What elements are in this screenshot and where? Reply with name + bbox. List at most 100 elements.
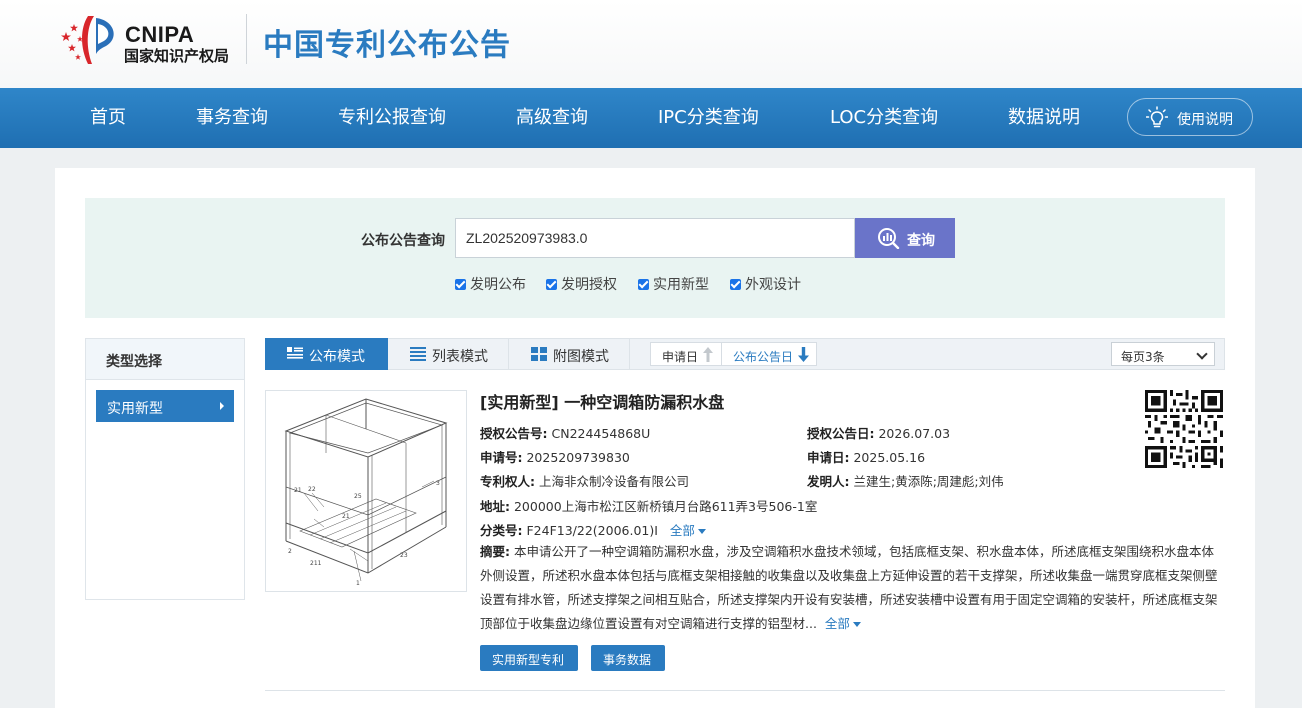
logo-divider [246,14,247,64]
site-header: CNIPA 国家知识产权局 中国专利公布公告 [0,0,1302,88]
field-label: 摘要: [480,544,510,559]
main-content: 公布公告查询 查询 发明公布 发明授权 实用新型 外观设计 类型选择 实用新型 [55,168,1255,708]
figure-label: 23 [400,552,408,559]
sort-publication-date-button[interactable]: 公布公告日 [721,342,817,366]
record-title[interactable]: [实用新型] 一种空调箱防漏积水盘 [480,389,724,413]
main-nav: 首页 事务查询 专利公报查询 高级查询 IPC分类查询 LOC分类查询 数据说明… [0,88,1302,148]
checkbox-label: 发明公布 [470,277,526,293]
field-label: 申请号: [480,450,523,465]
type-sidebar: 类型选择 实用新型 [85,338,245,600]
search-button-label: 查询 [907,233,935,249]
abstract-block: 摘要: 本申请公开了一种空调箱防漏积水盘，涉及空调箱积水盘技术领域，包括底框支架… [480,540,1225,636]
checkbox-label: 实用新型 [653,277,709,293]
grant-date-field: 授权公告日: 2026.07.03 [807,423,950,442]
figure-label: 211 [310,560,322,567]
sidebar-title: 类型选择 [106,354,162,370]
application-date-field: 申请日: 2025.05.16 [807,447,925,466]
abstract-more-link[interactable]: 全部 [825,616,861,631]
figure-label: 25 [354,493,362,500]
logo-text-cn: 国家知识产权局 [124,47,230,65]
record-divider [265,690,1225,691]
per-page-value: 每页3条 [1121,350,1165,364]
checkbox-invention-publication[interactable]: 发明公布 [455,274,526,294]
field-label: 授权公告日: [807,426,875,441]
lightbulb-icon [1146,106,1168,128]
search-icon [878,228,900,249]
checkbox-checked-icon [730,279,741,290]
checkbox-utility-model[interactable]: 实用新型 [638,274,709,294]
tab-publication-mode[interactable]: 公布模式 [265,338,388,370]
more-label: 全部 [824,616,850,631]
arrow-down-icon [798,347,809,362]
figure-label: 2 [288,548,292,555]
caret-right-icon [220,402,224,410]
inventor-field: 发明人: 兰建生;黄添陈;周建彪;刘伟 [807,471,1004,490]
tab-list-mode[interactable]: 列表模式 [388,338,509,370]
cnipa-emblem-icon [61,16,114,64]
nav-item-home[interactable]: 首页 [90,88,126,148]
patent-drawing-image: 3 21 22 25 21 2 211 23 1 [284,398,448,587]
address-value: 200000上海市松江区新桥镇月台路611弄3号506-1室 [513,499,818,514]
more-label: 全部 [669,523,695,538]
grant-number-field: 授权公告号: CN224454868U [480,423,650,442]
checkbox-label: 发明授权 [561,277,617,293]
sort-application-date-button[interactable]: 申请日 [650,342,722,366]
checkbox-checked-icon [455,279,466,290]
search-button[interactable]: 查询 [855,218,955,258]
nav-item-affairs-query[interactable]: 事务查询 [196,88,268,148]
inventor-value: 兰建生;黄添陈;周建彪;刘伟 [853,474,1004,489]
grant-date-value: 2026.07.03 [878,426,951,441]
sidebar-item-label: 实用新型 [107,401,163,417]
help-button[interactable]: 使用说明 [1127,98,1253,136]
list-mode-icon [410,347,426,361]
results-toolbar: 公布模式 列表模式 附图模式 申请日 公布公告日 每页3条 [265,338,1225,370]
tab-label: 列表模式 [432,349,488,365]
classification-more-link[interactable]: 全部 [670,523,706,538]
application-number-field: 申请号: 2025209739830 [480,447,630,466]
site-title[interactable]: 中国专利公布公告 [263,20,511,64]
cnipa-logo[interactable]: CNIPA 国家知识产权局 [58,14,248,66]
tab-label: 附图模式 [553,349,609,365]
publication-mode-icon [287,347,303,359]
affairs-data-button[interactable]: 事务数据 [591,645,665,671]
sidebar-item-utility-model[interactable]: 实用新型 [96,390,234,422]
tab-figure-mode[interactable]: 附图模式 [509,338,630,370]
nav-item-ipc-query[interactable]: IPC分类查询 [658,88,759,148]
nav-item-advanced-query[interactable]: 高级查询 [516,88,588,148]
checkbox-checked-icon [638,279,649,290]
address-field: 地址: 200000上海市松江区新桥镇月台路611弄3号506-1室 [480,496,817,515]
field-label: 申请日: [807,450,850,465]
patentee-value: 上海非众制冷设备有限公司 [538,474,689,489]
figure-mode-icon [531,347,547,361]
nav-item-data-notes[interactable]: 数据说明 [1008,88,1080,148]
figure-label: 22 [308,486,316,493]
checkbox-checked-icon [546,279,557,290]
caret-down-icon [852,622,861,627]
figure-label: 21 [294,487,302,494]
field-label: 专利权人: [480,474,535,489]
chevron-down-icon [1196,348,1208,360]
button-label: 事务数据 [603,653,652,667]
field-label: 地址: [480,499,510,514]
checkbox-label: 外观设计 [745,277,801,293]
search-panel: 公布公告查询 查询 发明公布 发明授权 实用新型 外观设计 [85,198,1225,318]
application-number-value: 2025209739830 [526,450,630,465]
utility-model-patent-button[interactable]: 实用新型专利 [480,645,578,671]
nav-item-loc-query[interactable]: LOC分类查询 [830,88,938,148]
figure-label: 21 [342,513,350,520]
per-page-select[interactable]: 每页3条 [1111,342,1215,366]
search-input[interactable] [455,218,855,258]
patentee-field: 专利权人: 上海非众制冷设备有限公司 [480,471,689,490]
classification-field: 分类号: F24F13/22(2006.01)I 全部 [480,520,706,539]
figure-label: 3 [436,480,440,487]
sort-label: 公布公告日 [733,350,794,364]
patent-drawing-thumbnail[interactable]: 3 21 22 25 21 2 211 23 1 [265,390,467,592]
nav-item-gazette-query[interactable]: 专利公报查询 [338,88,446,148]
field-label: 发明人: [807,474,850,489]
checkbox-design[interactable]: 外观设计 [730,274,801,294]
classification-value: F24F13/22(2006.01)I [526,523,658,538]
arrow-up-icon [703,347,713,362]
checkbox-invention-grant[interactable]: 发明授权 [546,274,617,294]
sort-label: 申请日 [662,350,699,364]
grant-number-value: CN224454868U [551,426,651,441]
